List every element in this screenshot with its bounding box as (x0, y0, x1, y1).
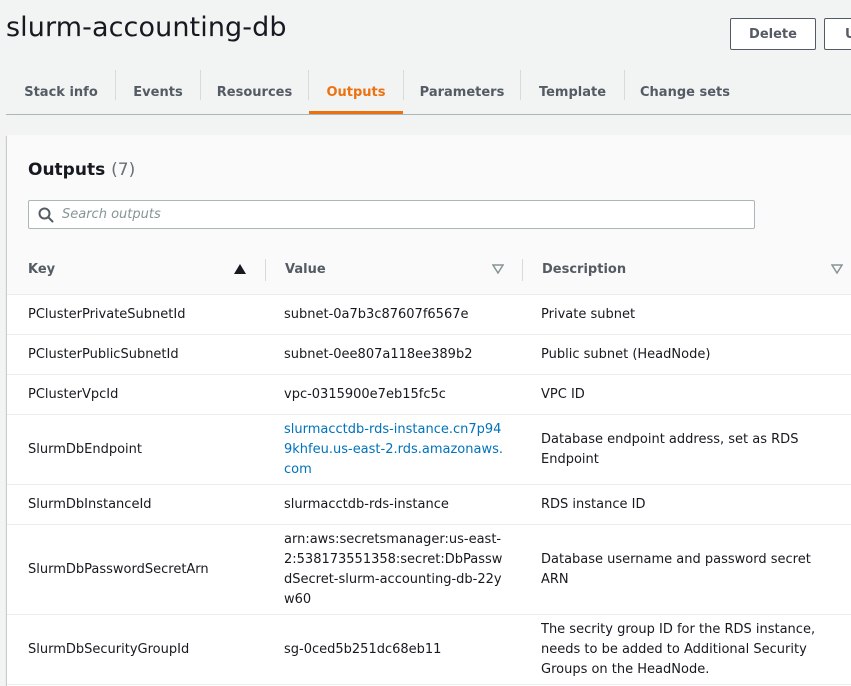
delete-button[interactable]: Delete (730, 18, 816, 50)
output-value: subnet-0a7b3c87607f6567e (284, 306, 469, 322)
output-value: sg-0ced5b251dc68eb11 (284, 641, 442, 657)
output-key: PClusterPrivateSubnetId (28, 306, 186, 322)
column-header-key[interactable]: Key (28, 245, 55, 294)
output-key: SlurmDbInstanceId (28, 496, 152, 512)
tab-events[interactable]: Events (116, 70, 200, 114)
search-box[interactable] (28, 200, 755, 229)
outputs-count: (7) (111, 160, 136, 180)
table-row: SlurmDbSecurityGroupId sg-0ced5b251dc68e… (7, 615, 851, 685)
table-row: PClusterPrivateSubnetId subnet-0a7b3c876… (7, 295, 851, 335)
output-key: SlurmDbPasswordSecretArn (28, 561, 209, 577)
output-description: Private subnet (541, 306, 636, 322)
table-header: Key Value Description (7, 245, 851, 295)
output-key: SlurmDbSecurityGroupId (28, 641, 190, 657)
table-row: PClusterVpcId vpc-0315900e7eb15fc5c VPC … (7, 375, 851, 415)
outputs-heading: Outputs (7) (28, 160, 135, 180)
tab-change-sets[interactable]: Change sets (625, 70, 745, 114)
update-button[interactable]: Update (824, 18, 851, 50)
output-description: VPC ID (541, 386, 585, 402)
column-divider (522, 259, 523, 281)
output-value: arn:aws:secretsmanager:us-east-2:5381735… (284, 531, 503, 607)
outputs-table: PClusterPrivateSubnetId subnet-0a7b3c876… (7, 295, 851, 685)
search-input[interactable] (62, 201, 742, 228)
tab-outputs[interactable]: Outputs (309, 70, 403, 114)
tab-parameters[interactable]: Parameters (404, 70, 520, 114)
tab-template[interactable]: Template (521, 70, 624, 114)
output-description: Database endpoint address, set as RDS En… (541, 431, 799, 467)
output-description: Public subnet (HeadNode) (541, 346, 711, 362)
output-description: The secrity group ID for the RDS instanc… (541, 621, 816, 677)
outputs-header: Outputs (7) (7, 135, 851, 246)
output-key: PClusterPublicSubnetId (28, 346, 179, 362)
cloudformation-stack-page: slurm-accounting-db Delete Update Stack … (0, 0, 851, 686)
output-description: RDS instance ID (541, 496, 646, 512)
output-value: slurmacctdb-rds-instance (284, 496, 449, 512)
outputs-panel: Outputs (7) Key Value Description (7, 135, 851, 686)
column-divider (265, 259, 266, 281)
table-row: SlurmDbPasswordSecretArn arn:aws:secrets… (7, 525, 851, 615)
sort-icon[interactable] (831, 264, 843, 274)
output-value: slurmacctdb-rds-instance.cn7p949khfeu.us… (284, 415, 504, 484)
tab-resources[interactable]: Resources (201, 70, 308, 114)
outputs-title: Outputs (28, 160, 106, 180)
page-title: slurm-accounting-db (6, 12, 287, 43)
output-value: subnet-0ee807a118ee389b2 (284, 346, 473, 362)
table-row: SlurmDbEndpoint slurmacctdb-rds-instance… (7, 415, 851, 485)
output-key: SlurmDbEndpoint (28, 441, 143, 457)
table-row: PClusterPublicSubnetId subnet-0ee807a118… (7, 335, 851, 375)
sort-icon[interactable] (492, 264, 504, 274)
output-value: vpc-0315900e7eb15fc5c (284, 386, 446, 402)
output-key: PClusterVpcId (28, 386, 119, 402)
tab-stack-info[interactable]: Stack info (6, 70, 116, 114)
sort-ascending-icon[interactable] (234, 264, 246, 274)
stack-tabs: Stack info Events Resources Outputs Para… (6, 70, 851, 115)
search-icon (38, 207, 54, 223)
column-header-value[interactable]: Value (285, 245, 326, 294)
endpoint-link[interactable]: slurmacctdb-rds-instance.cn7p949khfeu.us… (284, 420, 504, 480)
output-description: Database username and password secret AR… (541, 551, 811, 587)
column-header-description[interactable]: Description (542, 245, 626, 294)
table-row: SlurmDbInstanceId slurmacctdb-rds-instan… (7, 485, 851, 525)
